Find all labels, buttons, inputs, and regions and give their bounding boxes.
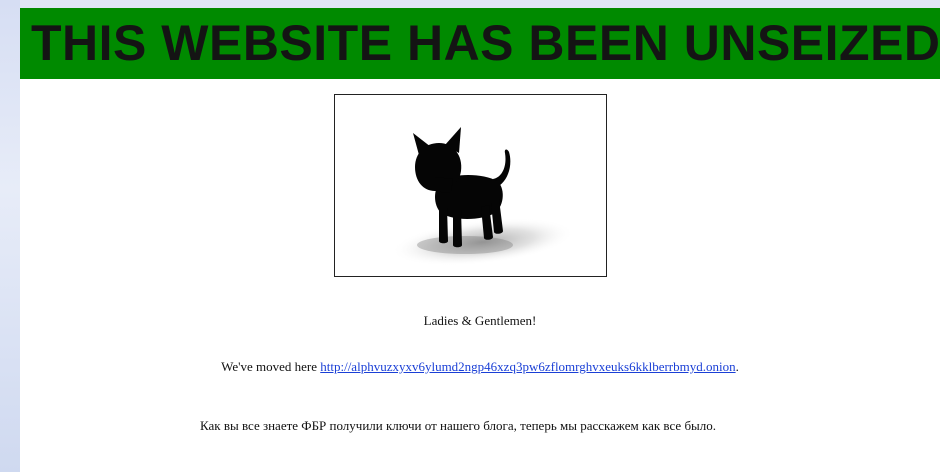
story-paragraph: Как вы все знаете ФБР получили ключи от … — [200, 418, 717, 433]
story-continuation-cutoff — [200, 463, 760, 472]
banner-title: THIS WEBSITE HAS BEEN UNSEIZED — [31, 15, 940, 71]
greeting-text: Ladies & Gentlemen! — [423, 313, 537, 328]
web-page: THIS WEBSITE HAS BEEN UNSEIZED Ladies & … — [20, 8, 940, 472]
moved-notice: We've moved here http://alphvuzxyxv6ylum… — [20, 359, 940, 375]
onion-link[interactable]: http://alphvuzxyxv6ylumd2ngp46xzq3pw6zfl… — [320, 359, 735, 374]
banner: THIS WEBSITE HAS BEEN UNSEIZED — [20, 8, 940, 79]
kitten-image — [334, 94, 607, 277]
browser-frame-top — [0, 0, 940, 8]
browser-frame-left — [0, 0, 20, 472]
moved-prefix: We've moved here — [221, 359, 321, 374]
black-kitten-silhouette-icon — [391, 127, 575, 266]
moved-suffix: . — [735, 359, 739, 374]
